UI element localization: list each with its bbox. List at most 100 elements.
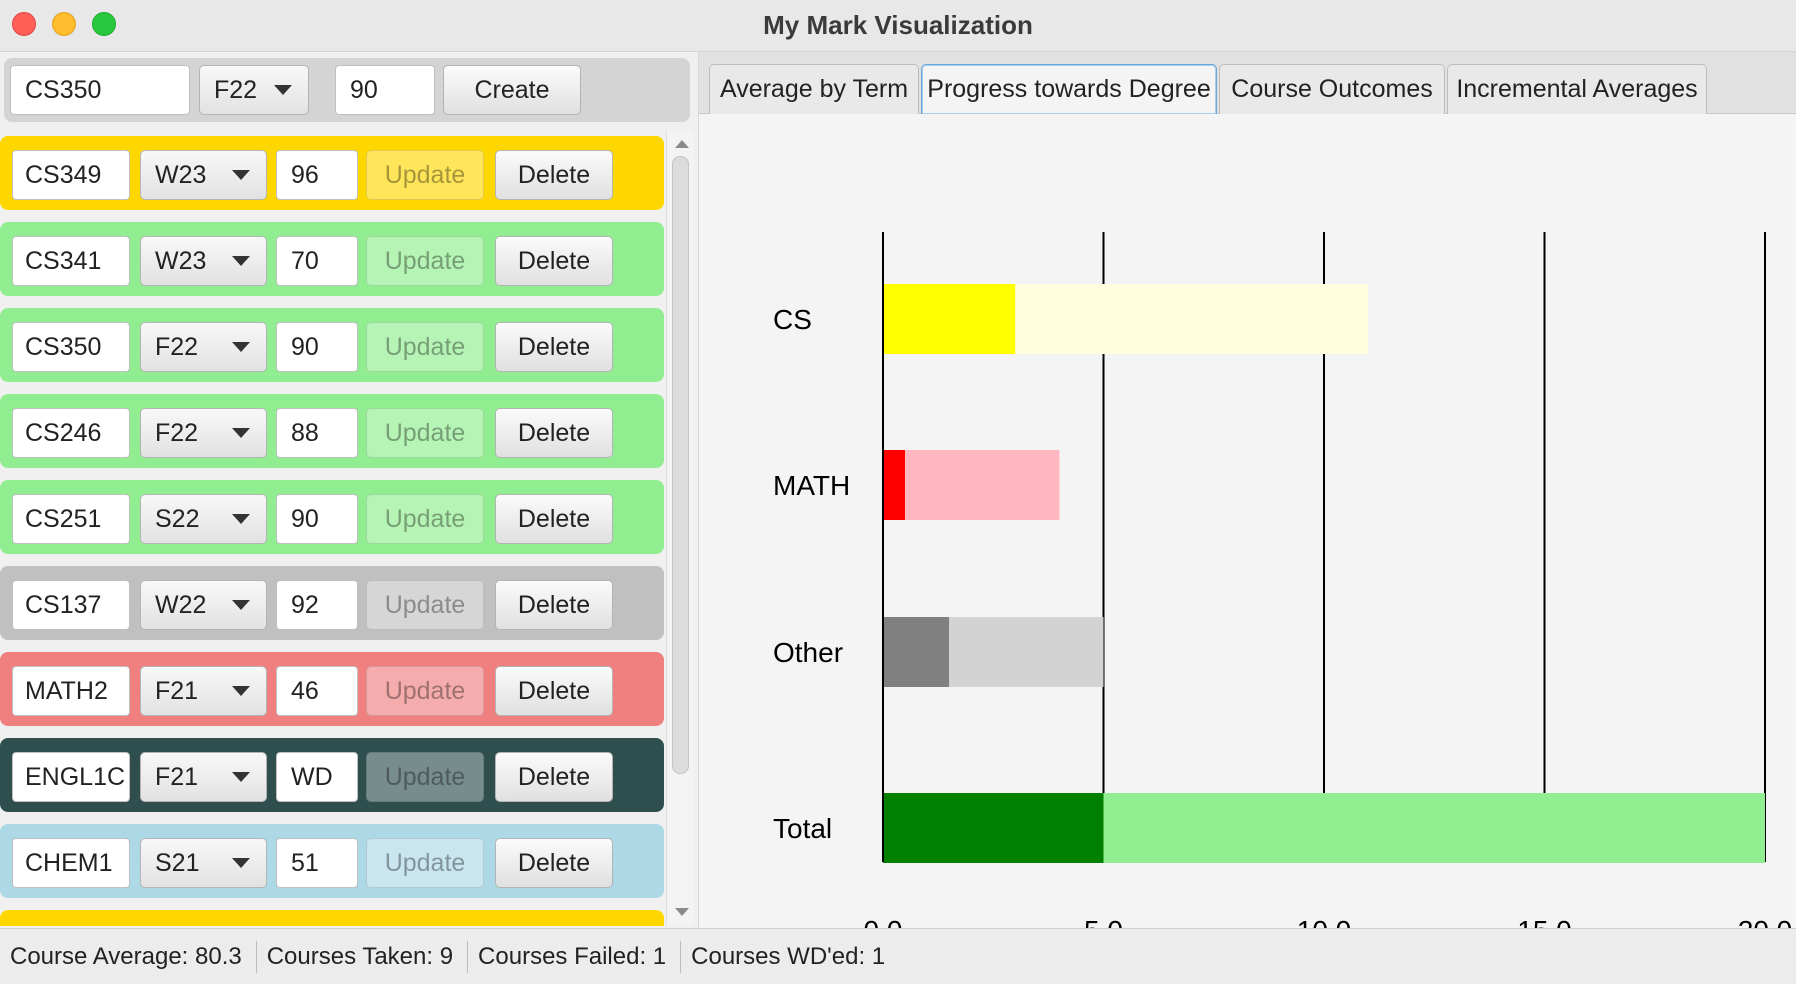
title-bar: My Mark Visualization (0, 0, 1796, 52)
new-term-select[interactable]: F22 (199, 65, 309, 115)
status-bar: Course Average: 80.3 Courses Taken: 9 Co… (0, 928, 1796, 984)
course-code-input[interactable]: CS350 (12, 322, 130, 372)
course-row: CS137 W22 92 Update Delete (0, 566, 664, 640)
term-select[interactable]: W22 (140, 580, 267, 630)
course-code-input[interactable]: CS341 (12, 236, 130, 286)
course-code-input[interactable]: MATH2 (12, 666, 130, 716)
create-course-bar: CS350 F22 90 Create (4, 58, 690, 122)
course-code-input[interactable]: CS246 (12, 408, 130, 458)
bar-cs-segment-2 (1015, 284, 1369, 354)
delete-button[interactable]: Delete (495, 322, 613, 372)
course-row: CS341 W23 70 Update Delete (0, 222, 664, 296)
course-row (0, 910, 664, 926)
create-button[interactable]: Create (443, 65, 581, 115)
tab-incremental-averages[interactable]: Incremental Averages (1447, 64, 1707, 114)
tab-progress-towards-degree[interactable]: Progress towards Degree (921, 64, 1217, 114)
mark-input[interactable]: 46 (276, 666, 358, 716)
course-list: CS349 W23 96 Update Delete CS341 W23 70 Update De… (0, 136, 666, 926)
term-select[interactable]: F21 (140, 666, 267, 716)
course-list-scrollbar[interactable] (666, 130, 694, 926)
update-button[interactable]: Update (366, 494, 484, 544)
course-row: CHEM1 S21 51 Update Delete (0, 824, 664, 898)
mark-input[interactable]: 92 (276, 580, 358, 630)
term-value: S22 (155, 504, 200, 533)
status-courses-taken: Courses Taken: 9 (257, 940, 469, 973)
status-course-average: Course Average: 80.3 (0, 940, 257, 973)
term-select[interactable]: W23 (140, 236, 267, 286)
delete-button[interactable]: Delete (495, 494, 613, 544)
term-select[interactable]: F21 (140, 752, 267, 802)
course-row: CS251 S22 90 Update Delete (0, 480, 664, 554)
chevron-down-icon (232, 256, 250, 266)
term-value: F22 (155, 418, 199, 447)
category-label: Other (773, 637, 843, 668)
chevron-down-icon (274, 85, 292, 95)
delete-button[interactable]: Delete (495, 752, 613, 802)
chevron-down-icon (232, 428, 250, 438)
scroll-thumb[interactable] (672, 156, 689, 774)
term-select[interactable]: F22 (140, 408, 267, 458)
bar-math-segment-2 (905, 450, 1060, 520)
chevron-down-icon (232, 342, 250, 352)
course-code-input[interactable]: CS251 (12, 494, 130, 544)
scroll-down-arrow-icon[interactable] (675, 908, 689, 916)
update-button[interactable]: Update (366, 322, 484, 372)
mark-input[interactable]: 90 (276, 322, 358, 372)
term-select[interactable]: W23 (140, 150, 267, 200)
mark-input[interactable]: WD (276, 752, 358, 802)
term-select[interactable]: F22 (140, 322, 267, 372)
new-course-input[interactable]: CS350 (10, 65, 190, 115)
mark-input[interactable]: 90 (276, 494, 358, 544)
chevron-down-icon (232, 686, 250, 696)
progress-chart: CSMATHOtherTotal0.05.010.015.020.0 (699, 114, 1796, 946)
course-code-input[interactable]: CS349 (12, 150, 130, 200)
term-value: S21 (155, 848, 200, 877)
mark-input[interactable]: 51 (276, 838, 358, 888)
mark-input[interactable]: 88 (276, 408, 358, 458)
term-select[interactable]: S22 (140, 494, 267, 544)
visualization-panel: Average by Term Progress towards Degree Co… (698, 52, 1796, 946)
update-button[interactable]: Update (366, 236, 484, 286)
update-button[interactable]: Update (366, 838, 484, 888)
chevron-down-icon (232, 514, 250, 524)
bar-total-segment-2 (1103, 793, 1765, 863)
window-title: My Mark Visualization (763, 10, 1033, 40)
delete-button[interactable]: Delete (495, 666, 613, 716)
update-button[interactable]: Update (366, 580, 484, 630)
delete-button[interactable]: Delete (495, 236, 613, 286)
term-value: W22 (155, 590, 207, 619)
update-button[interactable]: Update (366, 150, 484, 200)
update-button[interactable]: Update (366, 408, 484, 458)
delete-button[interactable]: Delete (495, 150, 613, 200)
term-select[interactable]: S21 (140, 838, 267, 888)
mark-input[interactable]: 70 (276, 236, 358, 286)
course-code-input[interactable]: CS137 (12, 580, 130, 630)
mark-input[interactable]: 96 (276, 150, 358, 200)
new-mark-input[interactable]: 90 (335, 65, 435, 115)
update-button[interactable]: Update (366, 666, 484, 716)
course-row: ENGL1C F21 WD Update Delete (0, 738, 664, 812)
tab-strip: Average by Term Progress towards Degree Co… (699, 52, 1796, 114)
course-code-input[interactable]: ENGL1C (12, 752, 130, 802)
update-button[interactable]: Update (366, 752, 484, 802)
status-courses-wd: Courses WD'ed: 1 (691, 942, 886, 970)
scroll-up-arrow-icon[interactable] (675, 140, 689, 148)
bar-other-segment-1 (883, 617, 950, 687)
status-courses-failed: Courses Failed: 1 (468, 940, 682, 973)
term-value: F21 (155, 676, 199, 705)
chevron-down-icon (232, 772, 250, 782)
delete-button[interactable]: Delete (495, 838, 613, 888)
delete-button[interactable]: Delete (495, 408, 613, 458)
tab-course-outcomes[interactable]: Course Outcomes (1219, 64, 1445, 114)
course-row: MATH2 F21 46 Update Delete (0, 652, 664, 726)
course-code-input[interactable]: CHEM1 (12, 838, 130, 888)
chevron-down-icon (232, 170, 250, 180)
term-value: W23 (155, 160, 207, 189)
category-label: CS (773, 304, 812, 335)
course-row: CS246 F22 88 Update Delete (0, 394, 664, 468)
tab-average-by-term[interactable]: Average by Term (709, 64, 919, 114)
category-label: Total (773, 813, 832, 844)
chevron-down-icon (232, 858, 250, 868)
delete-button[interactable]: Delete (495, 580, 613, 630)
term-value: F21 (155, 762, 199, 791)
